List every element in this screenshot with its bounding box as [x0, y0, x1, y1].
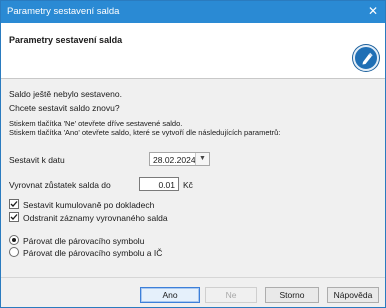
pair-symbol-label: Párovat dle párovacího symbolu	[23, 236, 145, 246]
date-label: Sestavit k datu	[9, 155, 65, 165]
no-button[interactable]: Ne	[205, 287, 257, 303]
balance-unit: Kč	[183, 180, 193, 190]
balance-label: Vyrovnat zůstatek salda do	[9, 180, 111, 190]
help-button[interactable]: Nápověda	[327, 287, 379, 303]
close-icon[interactable]: ✕	[365, 3, 381, 19]
dialog-header: Parametry sestavení salda	[1, 23, 385, 79]
info-yes-hint: Stiskem tlačítka 'Ano' otevřete saldo, k…	[9, 128, 281, 137]
yes-button[interactable]: Ano	[140, 287, 200, 303]
title-bar: Parametry sestavení salda ✕	[1, 1, 385, 23]
remove-balanced-label: Odstranit záznamy vyrovnaného salda	[23, 213, 168, 223]
cancel-button[interactable]: Storno	[265, 287, 319, 303]
pair-symbol-radio[interactable]	[9, 235, 19, 245]
pair-symbol-ic-radio[interactable]	[9, 247, 19, 257]
checkmark-icon	[10, 214, 18, 220]
window-title: Parametry sestavení salda	[7, 6, 120, 17]
info-not-built: Saldo ještě nebylo sestaveno.	[9, 89, 122, 99]
saldo-wizard-icon	[353, 45, 379, 71]
header-title: Parametry sestavení salda	[9, 35, 123, 45]
balance-value: 0.01	[158, 180, 175, 190]
balance-input[interactable]: 0.01	[139, 177, 179, 191]
dialog-window: Parametry sestavení salda ✕ Parametry se…	[0, 0, 386, 308]
date-value: 28.02.2024	[153, 155, 196, 165]
cumulative-label: Sestavit kumulovaně po dokladech	[23, 200, 155, 210]
radio-selected-dot	[12, 238, 16, 242]
checkmark-icon	[10, 201, 18, 207]
pair-symbol-ic-label: Párovat dle párovacího symbolu a IČ	[23, 248, 163, 258]
button-bar: Ano Ne Storno Nápověda	[1, 277, 385, 307]
cumulative-checkbox[interactable]	[9, 199, 19, 209]
remove-balanced-checkbox[interactable]	[9, 212, 19, 222]
chevron-down-icon[interactable]: ▼	[195, 153, 209, 165]
date-picker[interactable]: 28.02.2024 ▼	[149, 152, 210, 166]
info-question: Chcete sestavit saldo znovu?	[9, 103, 120, 113]
